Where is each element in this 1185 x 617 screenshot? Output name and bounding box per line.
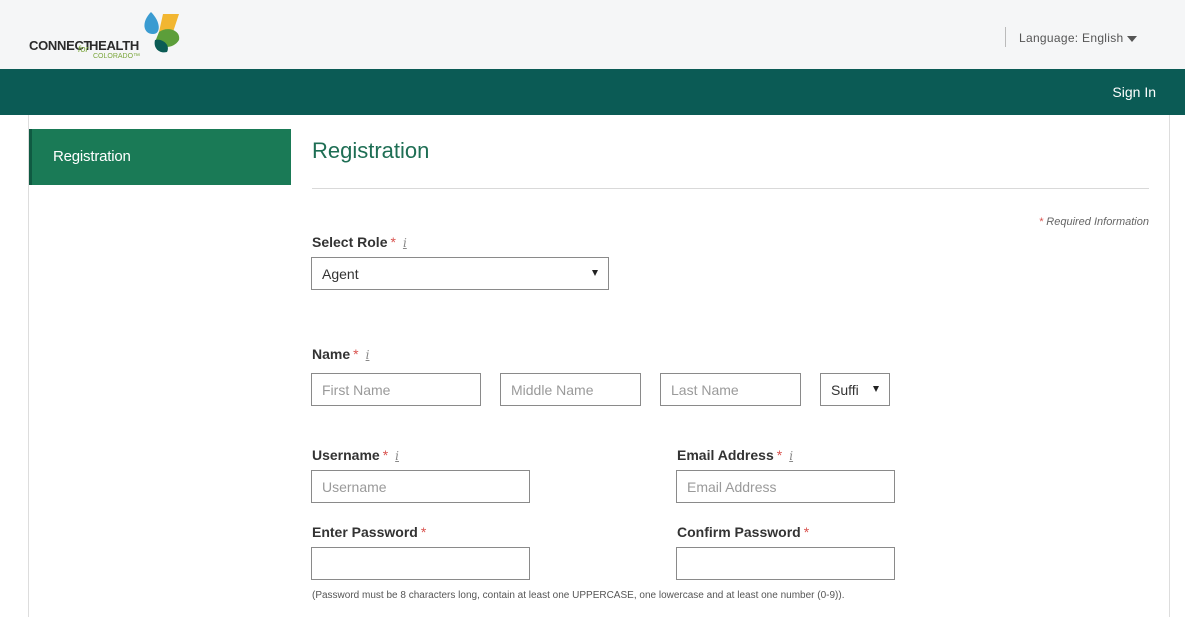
required-star: * — [353, 346, 359, 362]
info-icon[interactable]: i — [366, 348, 370, 362]
caret-down-icon — [1126, 35, 1137, 42]
select-role-label-text: Select Role — [312, 234, 388, 250]
dropdown-arrow-icon — [873, 386, 879, 392]
logo-text-colorado: COLORADO™ — [93, 53, 141, 60]
nav-bar: Sign In — [0, 69, 1185, 115]
info-icon[interactable]: i — [403, 236, 407, 250]
last-name-input[interactable] — [660, 373, 801, 406]
email-address-label-text: Email Address — [677, 447, 774, 463]
select-role-dropdown[interactable]: Agent — [311, 257, 609, 290]
top-header: CONNECT for HEALTH COLORADO™ Language: E… — [0, 0, 1185, 69]
username-label-text: Username — [312, 447, 380, 463]
logo-text-for: for — [78, 44, 89, 54]
required-star: * — [803, 524, 810, 540]
info-icon[interactable]: i — [395, 449, 399, 463]
required-star: * — [382, 447, 389, 463]
username-label: Username * i — [312, 447, 399, 463]
page-title: Registration — [312, 138, 430, 163]
confirm-password-label-text: Confirm Password — [677, 524, 801, 540]
email-address-input[interactable] — [676, 470, 895, 503]
username-input[interactable] — [311, 470, 530, 503]
info-icon[interactable]: i — [789, 449, 793, 463]
suffix-dropdown[interactable]: Suffi — [820, 373, 890, 406]
middle-name-input[interactable] — [500, 373, 641, 406]
enter-password-label-text: Enter Password — [312, 524, 418, 540]
confirm-password-input[interactable] — [676, 547, 895, 580]
select-role-value: Agent — [322, 266, 359, 282]
sidebar-item-registration[interactable]: Registration — [29, 129, 291, 185]
enter-password-input[interactable] — [311, 547, 530, 580]
connect-for-health-logo[interactable]: CONNECT for HEALTH COLORADO™ — [29, 8, 189, 64]
language-divider — [1005, 27, 1006, 47]
sidebar-item-label: Registration — [53, 148, 131, 165]
content-frame — [28, 115, 1170, 617]
email-address-label: Email Address * i — [677, 447, 793, 463]
required-star: * — [1038, 216, 1044, 228]
sign-in-link[interactable]: Sign In — [1112, 84, 1156, 100]
title-divider — [312, 188, 1149, 189]
logo-text-health: HEALTH — [89, 38, 139, 53]
name-label-text: Name — [312, 346, 351, 362]
language-selector[interactable]: Language: English — [1019, 31, 1137, 45]
select-role-label: Select Role * i — [312, 234, 407, 250]
leaf-logo-icon — [144, 12, 180, 53]
dropdown-arrow-icon — [592, 270, 598, 276]
required-star: * — [420, 524, 427, 540]
enter-password-label: Enter Password * — [312, 524, 426, 540]
required-information-text: Required Information — [1046, 216, 1149, 228]
name-label: Name * i — [312, 346, 369, 362]
password-hint: (Password must be 8 characters long, con… — [312, 590, 845, 601]
language-label: Language: English — [1019, 31, 1124, 45]
required-star: * — [390, 234, 396, 250]
confirm-password-label: Confirm Password * — [677, 524, 809, 540]
required-information-note: * Required Information — [1039, 216, 1149, 228]
required-star: * — [776, 447, 783, 463]
first-name-input[interactable] — [311, 373, 481, 406]
suffix-value: Suffi — [831, 382, 859, 398]
